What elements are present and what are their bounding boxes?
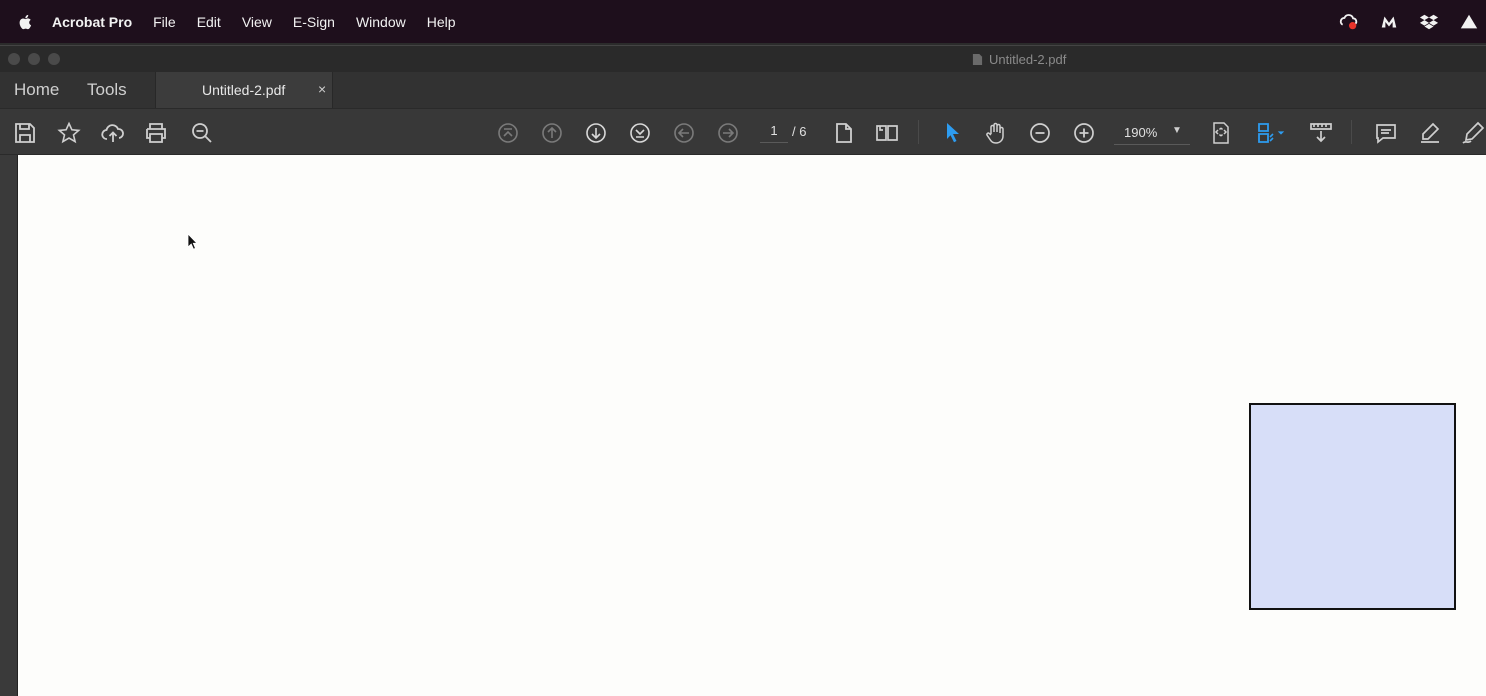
close-tab-icon[interactable]: × [318,81,326,97]
page-total: / 6 [792,124,807,139]
forward-view-icon[interactable] [715,120,741,146]
hand-tool-icon[interactable] [983,120,1009,146]
window-title-text: Untitled-2.pdf [989,52,1067,67]
toolbar-separator [918,120,919,144]
left-panel-rail[interactable] [0,155,18,696]
two-page-icon[interactable] [874,120,900,146]
select-cursor-icon[interactable] [940,120,966,146]
next-page-icon[interactable] [583,120,609,146]
fit-page-icon[interactable] [1208,120,1234,146]
menu-window[interactable]: Window [356,14,406,30]
last-page-icon[interactable] [627,120,653,146]
read-mode-icon[interactable] [1308,120,1334,146]
save-icon[interactable] [12,120,38,146]
highlight-icon[interactable] [1417,120,1443,146]
google-drive-icon[interactable] [1458,11,1480,33]
menu-view[interactable]: View [242,14,272,30]
toolbar-separator [1351,120,1352,144]
mouse-cursor-icon [187,233,198,250]
zoom-search-icon[interactable] [189,120,215,146]
minimize-window-button[interactable] [28,53,40,65]
creative-cloud-icon[interactable] [1338,11,1360,33]
title-bar: Untitled-2.pdf [0,45,1486,72]
menu-esign[interactable]: E-Sign [293,14,335,30]
tab-bar: Home Tools Untitled-2.pdf × [0,72,1486,108]
menu-edit[interactable]: Edit [197,14,221,30]
single-page-icon[interactable] [831,120,857,146]
scroll-mode-dropdown-icon[interactable] [1275,120,1287,146]
back-view-icon[interactable] [671,120,697,146]
sign-icon[interactable] [1460,120,1486,146]
close-window-button[interactable] [8,53,20,65]
menu-file[interactable]: File [153,14,176,30]
toolbar: 1 / 6 190% ▼ [0,108,1486,155]
malwarebytes-icon[interactable] [1378,11,1400,33]
apple-icon[interactable] [18,12,36,32]
first-page-icon[interactable] [495,120,521,146]
zoom-in-icon[interactable] [1071,120,1097,146]
document-page[interactable] [18,155,1486,696]
tab-document[interactable]: Untitled-2.pdf × [155,72,333,108]
chevron-down-icon: ▼ [1172,125,1182,136]
tab-tools[interactable]: Tools [87,80,127,100]
document-tab-label: Untitled-2.pdf [202,82,286,98]
tab-home[interactable]: Home [14,80,59,100]
dropbox-icon[interactable] [1418,11,1440,33]
menu-help[interactable]: Help [427,14,456,30]
rectangle-shape[interactable] [1249,403,1456,610]
window-controls [8,53,60,65]
print-icon[interactable] [143,120,169,146]
acrobat-window: Untitled-2.pdf Home Tools Untitled-2.pdf… [0,45,1486,696]
zoom-level-select[interactable]: 190% ▼ [1114,123,1190,145]
bookmark-star-icon[interactable] [56,120,82,146]
zoom-level-value: 190% [1124,125,1158,140]
zoom-window-button[interactable] [48,53,60,65]
document-icon [972,54,983,65]
macos-menu-bar: Acrobat Pro File Edit View E-Sign Window… [0,0,1486,43]
menu-app-name[interactable]: Acrobat Pro [52,14,132,30]
zoom-out-icon[interactable] [1027,120,1053,146]
comment-icon[interactable] [1373,120,1399,146]
page-number-input[interactable]: 1 [760,123,788,143]
window-title: Untitled-2.pdf [972,52,1066,67]
upload-cloud-icon[interactable] [100,120,126,146]
prev-page-icon[interactable] [539,120,565,146]
